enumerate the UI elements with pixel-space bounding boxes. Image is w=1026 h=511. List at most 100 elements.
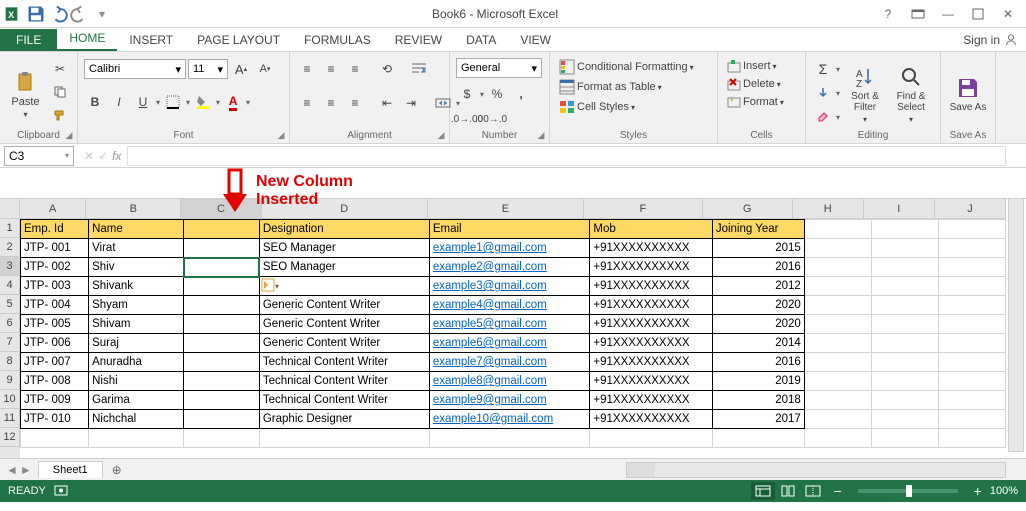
column-header-H[interactable]: H: [793, 199, 864, 219]
cell-H1[interactable]: [804, 220, 871, 239]
cell-A11[interactable]: JTP- 010: [21, 410, 89, 429]
font-color-icon[interactable]: A: [222, 91, 244, 113]
row-header-2[interactable]: 2: [0, 238, 20, 257]
row-header-12[interactable]: 12: [0, 428, 20, 447]
cell-F12[interactable]: [590, 429, 712, 448]
cell-H3[interactable]: [804, 258, 871, 277]
save-as-button[interactable]: Save As: [947, 58, 989, 130]
email-link[interactable]: example8@gmail.com: [433, 375, 547, 387]
cell-J11[interactable]: [938, 410, 1005, 429]
column-header-J[interactable]: J: [935, 199, 1006, 219]
insert-cells-button[interactable]: Insert▾: [724, 58, 787, 74]
align-right-icon[interactable]: ≡: [344, 92, 366, 114]
tab-file[interactable]: FILE: [0, 29, 57, 51]
cell-D8[interactable]: Technical Content Writer: [259, 353, 429, 372]
cell-I5[interactable]: [871, 296, 938, 315]
email-link[interactable]: example4@gmail.com: [433, 299, 547, 311]
increase-font-icon[interactable]: A▴: [230, 58, 252, 80]
row-header-7[interactable]: 7: [0, 333, 20, 352]
cell-G6[interactable]: 2020: [712, 315, 804, 334]
page-break-view-icon[interactable]: [801, 482, 825, 500]
cell-A2[interactable]: JTP- 001: [21, 239, 89, 258]
email-link[interactable]: example2@gmail.com: [433, 261, 547, 273]
zoom-in-icon[interactable]: +: [974, 483, 982, 499]
cell-B11[interactable]: Nichchal: [89, 410, 184, 429]
font-launcher-icon[interactable]: ◢: [275, 129, 287, 141]
zoom-out-icon[interactable]: −: [833, 483, 841, 499]
cell-A5[interactable]: JTP- 004: [21, 296, 89, 315]
cell-A3[interactable]: JTP- 002: [21, 258, 89, 277]
cell-G8[interactable]: 2016: [712, 353, 804, 372]
enter-formula-icon[interactable]: ✓: [98, 149, 108, 163]
row-header-11[interactable]: 11: [0, 409, 20, 428]
font-name-combo[interactable]: Calibri▾: [84, 59, 186, 79]
cell-E4[interactable]: example3@gmail.com: [429, 277, 590, 296]
cell-A4[interactable]: JTP- 003: [21, 277, 89, 296]
email-link[interactable]: example1@gmail.com: [433, 242, 547, 254]
tab-page-layout[interactable]: PAGE LAYOUT: [185, 29, 292, 51]
clipboard-launcher-icon[interactable]: ◢: [63, 129, 75, 141]
row-header-3[interactable]: 3: [0, 257, 20, 276]
copy-icon[interactable]: [49, 81, 71, 103]
tab-insert[interactable]: INSERT: [117, 29, 185, 51]
cell-I6[interactable]: [871, 315, 938, 334]
redo-icon[interactable]: [70, 4, 90, 24]
cell-G11[interactable]: 2017: [712, 410, 804, 429]
cell-C2[interactable]: [184, 239, 260, 258]
cell-H12[interactable]: [804, 429, 871, 448]
cell-J6[interactable]: [938, 315, 1005, 334]
cell-C5[interactable]: [184, 296, 260, 315]
cell-D7[interactable]: Generic Content Writer: [259, 334, 429, 353]
email-link[interactable]: example3@gmail.com: [433, 280, 547, 292]
cell-G5[interactable]: 2020: [712, 296, 804, 315]
row-header-6[interactable]: 6: [0, 314, 20, 333]
orientation-icon[interactable]: ⟲: [376, 58, 398, 80]
cell-I7[interactable]: [871, 334, 938, 353]
cell-B5[interactable]: Shyam: [89, 296, 184, 315]
cell-J12[interactable]: [938, 429, 1005, 448]
cell-E9[interactable]: example8@gmail.com: [429, 372, 590, 391]
cell-C6[interactable]: [184, 315, 260, 334]
qat-customize-icon[interactable]: ▾: [92, 4, 112, 24]
cell-B2[interactable]: Virat: [89, 239, 184, 258]
cell-H6[interactable]: [804, 315, 871, 334]
cell-C1[interactable]: [184, 220, 260, 239]
cell-F11[interactable]: +91XXXXXXXXXX: [590, 410, 712, 429]
align-top-icon[interactable]: ≡: [296, 58, 318, 80]
cell-D11[interactable]: Graphic Designer: [259, 410, 429, 429]
normal-view-icon[interactable]: [751, 482, 775, 500]
cell-J9[interactable]: [938, 372, 1005, 391]
row-header-1[interactable]: 1: [0, 219, 20, 238]
cell-E10[interactable]: example9@gmail.com: [429, 391, 590, 410]
cell-C7[interactable]: [184, 334, 260, 353]
cell-H10[interactable]: [804, 391, 871, 410]
cell-B9[interactable]: Nishi: [89, 372, 184, 391]
align-middle-icon[interactable]: ≡: [320, 58, 342, 80]
decrease-font-icon[interactable]: A▾: [254, 58, 276, 80]
cell-G9[interactable]: 2019: [712, 372, 804, 391]
column-header-G[interactable]: G: [703, 199, 793, 219]
row-header-10[interactable]: 10: [0, 390, 20, 409]
format-painter-icon[interactable]: [49, 104, 71, 126]
column-header-B[interactable]: B: [86, 199, 181, 219]
cell-H7[interactable]: [804, 334, 871, 353]
cell-H2[interactable]: [804, 239, 871, 258]
cell-B12[interactable]: [89, 429, 184, 448]
save-icon[interactable]: [26, 4, 46, 24]
tab-view[interactable]: VIEW: [508, 29, 563, 51]
cell-B8[interactable]: Anuradha: [89, 353, 184, 372]
cell-A6[interactable]: JTP- 005: [21, 315, 89, 334]
ribbon-display-icon[interactable]: [904, 4, 932, 24]
clear-icon[interactable]: [812, 106, 834, 128]
cell-B7[interactable]: Suraj: [89, 334, 184, 353]
cell-G2[interactable]: 2015: [712, 239, 804, 258]
currency-icon[interactable]: $: [456, 83, 478, 105]
add-sheet-icon[interactable]: ⊕: [107, 460, 127, 480]
insert-options-icon[interactable]: ▾: [261, 278, 279, 292]
cell-A12[interactable]: [21, 429, 89, 448]
cell-I3[interactable]: [871, 258, 938, 277]
cell-D9[interactable]: Technical Content Writer: [259, 372, 429, 391]
page-layout-view-icon[interactable]: [776, 482, 800, 500]
row-header-9[interactable]: 9: [0, 371, 20, 390]
cell-A10[interactable]: JTP- 009: [21, 391, 89, 410]
